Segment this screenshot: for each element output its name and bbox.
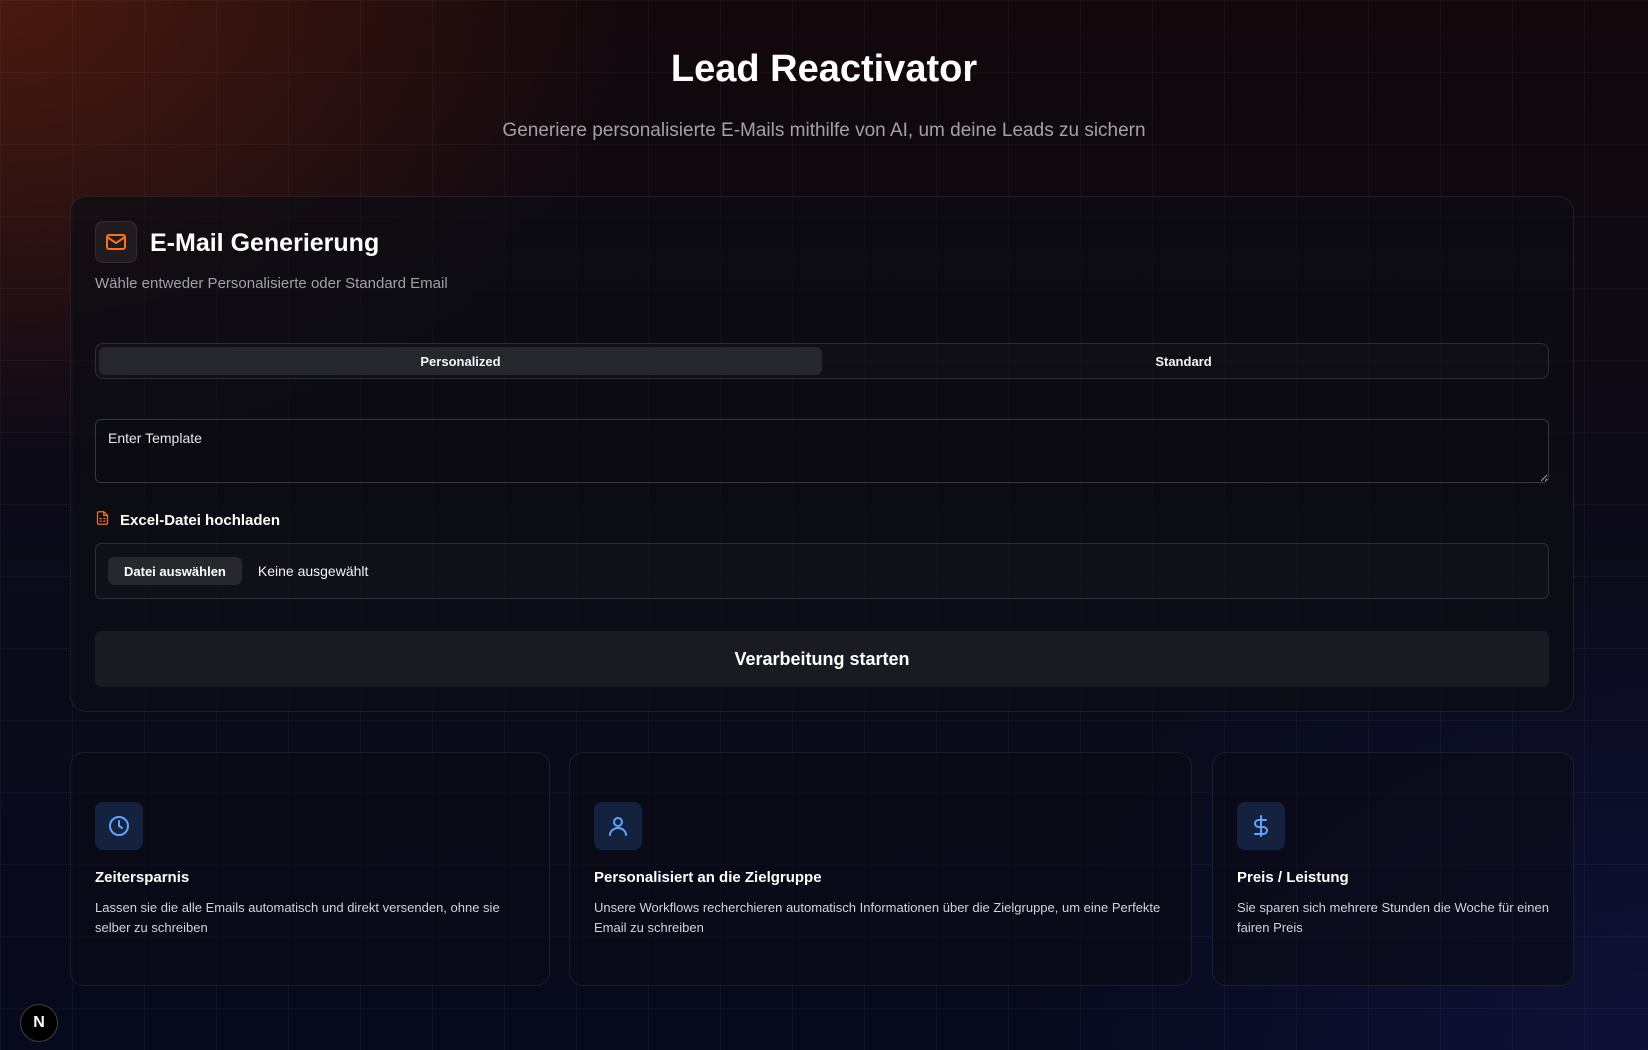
page-subtitle: Generiere personalisierte E-Mails mithil… xyxy=(502,120,1146,141)
upload-label: Excel-Datei hochladen xyxy=(95,510,280,530)
tab-standard[interactable]: Standard xyxy=(822,347,1545,375)
file-upload-field[interactable]: Datei auswählen Keine ausgewählt xyxy=(95,543,1549,599)
file-status: Keine ausgewählt xyxy=(257,563,369,579)
feature-description: Sie sparen sich mehrere Stunden die Woch… xyxy=(1237,900,1549,935)
spreadsheet-file-icon xyxy=(95,510,110,530)
clock-icon xyxy=(95,802,143,850)
card-description: Wähle entweder Personalisierte oder Stan… xyxy=(95,275,448,292)
tab-personalized[interactable]: Personalized xyxy=(99,347,822,375)
email-generation-card: E-Mail Generierung Wähle entweder Person… xyxy=(70,196,1574,712)
feature-title: Zeitersparnis xyxy=(95,869,190,886)
start-processing-button[interactable]: Verarbeitung starten xyxy=(95,631,1549,687)
feature-description: Lassen sie die alle Emails automatisch u… xyxy=(95,900,500,935)
feature-description: Unsere Workflows recherchieren automatis… xyxy=(594,900,1161,935)
card-title: E-Mail Generierung xyxy=(150,229,380,257)
dollar-icon xyxy=(1237,802,1285,850)
choose-file-button[interactable]: Datei auswählen xyxy=(108,557,242,585)
page-title: Lead Reactivator xyxy=(670,48,978,90)
template-input[interactable] xyxy=(95,419,1549,483)
upload-label-text: Excel-Datei hochladen xyxy=(120,511,281,529)
user-icon xyxy=(594,802,642,850)
feature-card-time-saving: Zeitersparnis Lassen sie die alle Emails… xyxy=(70,752,550,986)
feature-title: Personalisiert an die Zielgruppe xyxy=(594,869,822,886)
email-type-tabs: Personalized Standard xyxy=(95,343,1549,379)
dev-tools-badge[interactable]: N xyxy=(20,1004,58,1042)
mail-icon xyxy=(95,221,137,263)
feature-card-personalized: Personalisiert an die Zielgruppe Unsere … xyxy=(569,752,1192,986)
feature-card-price: Preis / Leistung Sie sparen sich mehrere… xyxy=(1212,752,1574,986)
feature-title: Preis / Leistung xyxy=(1237,869,1349,886)
